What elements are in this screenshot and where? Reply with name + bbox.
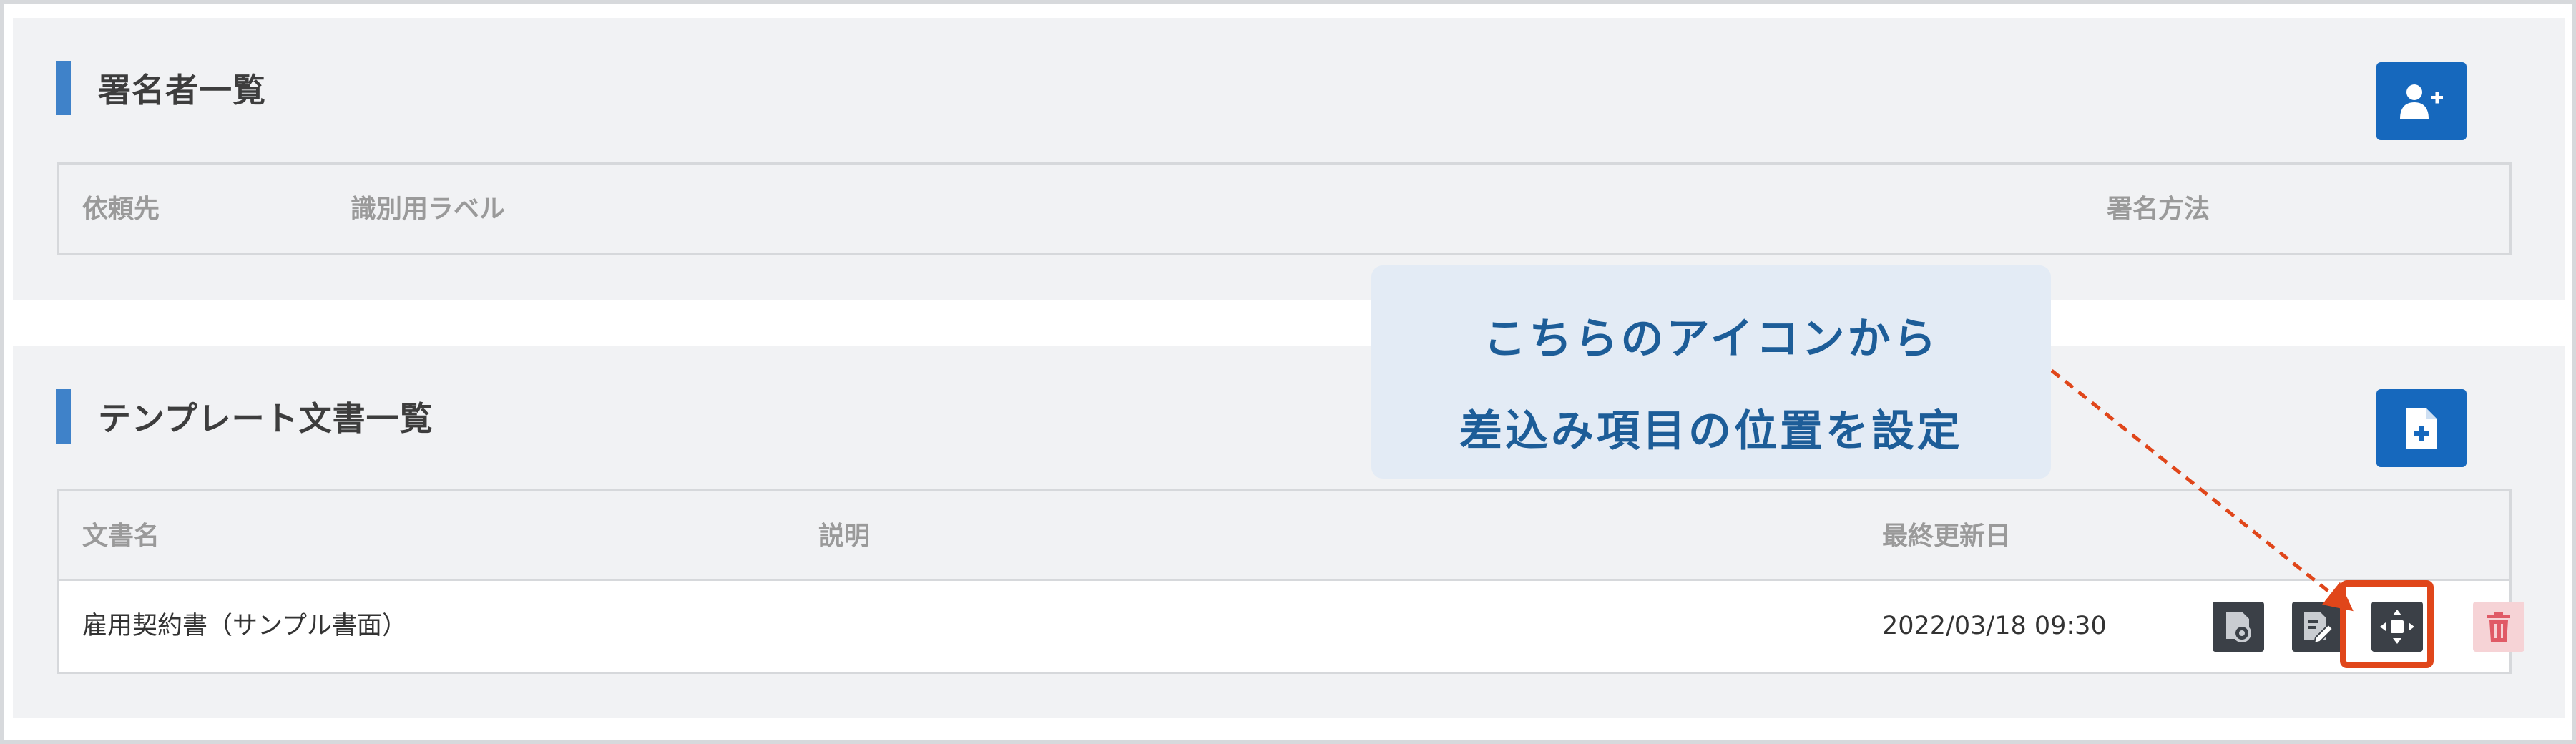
column-header-document-name: 文書名 xyxy=(82,522,160,551)
signers-table-header: 依頼先 識別用ラベル 署名方法 xyxy=(59,165,2509,254)
annotation-callout: こちらのアイコンから 差込み項目の位置を設定 xyxy=(1371,265,2051,479)
signers-section: 署名者一覧 依頼先 識別用ラベル 署名方法 xyxy=(13,18,2565,300)
templates-title: テンプレート文書一覧 xyxy=(56,389,434,444)
callout-line-2: 差込み項目の位置を設定 xyxy=(1459,406,1963,456)
templates-table-header: 文書名 説明 最終更新日 xyxy=(59,491,2509,581)
delete-document-button[interactable] xyxy=(2473,602,2524,652)
column-header-label: 識別用ラベル xyxy=(351,195,506,224)
view-document-button[interactable] xyxy=(2213,602,2264,652)
trash-icon xyxy=(2487,612,2510,642)
annotation-highlight-box xyxy=(2340,580,2434,668)
view-document-icon xyxy=(2226,612,2251,642)
add-document-icon xyxy=(2406,408,2437,449)
document-updated: 2022/03/18 09:30 xyxy=(1882,612,2107,640)
title-accent-bar xyxy=(56,61,71,115)
edit-document-button[interactable] xyxy=(2292,602,2344,652)
title-accent-bar xyxy=(56,389,71,444)
column-header-signing-method: 署名方法 xyxy=(2107,195,2210,224)
add-person-icon xyxy=(2400,84,2443,119)
add-signer-button[interactable] xyxy=(2376,62,2467,140)
table-row[interactable]: 雇用契約書（サンプル書面） 2022/03/18 09:30 xyxy=(59,581,2524,672)
templates-table: 文書名 説明 最終更新日 雇用契約書（サンプル書面） 2022/03/18 09… xyxy=(57,489,2524,674)
edit-document-icon xyxy=(2304,612,2334,645)
column-header-recipient: 依頼先 xyxy=(82,195,160,224)
document-name[interactable]: 雇用契約書（サンプル書面） xyxy=(82,581,407,672)
signers-title: 署名者一覧 xyxy=(56,61,266,115)
templates-title-text: テンプレート文書一覧 xyxy=(98,399,434,438)
templates-section: テンプレート文書一覧 文書名 説明 最終更新日 雇用契約書（サンプル書面） 20… xyxy=(13,346,2565,718)
add-template-button[interactable] xyxy=(2376,389,2467,467)
callout-line-1: こちらのアイコンから xyxy=(1483,314,1939,364)
signers-table: 依頼先 識別用ラベル 署名方法 xyxy=(57,162,2512,255)
signers-title-text: 署名者一覧 xyxy=(98,71,266,109)
column-header-last-updated: 最終更新日 xyxy=(1882,522,2012,551)
column-header-description: 説明 xyxy=(818,522,871,551)
